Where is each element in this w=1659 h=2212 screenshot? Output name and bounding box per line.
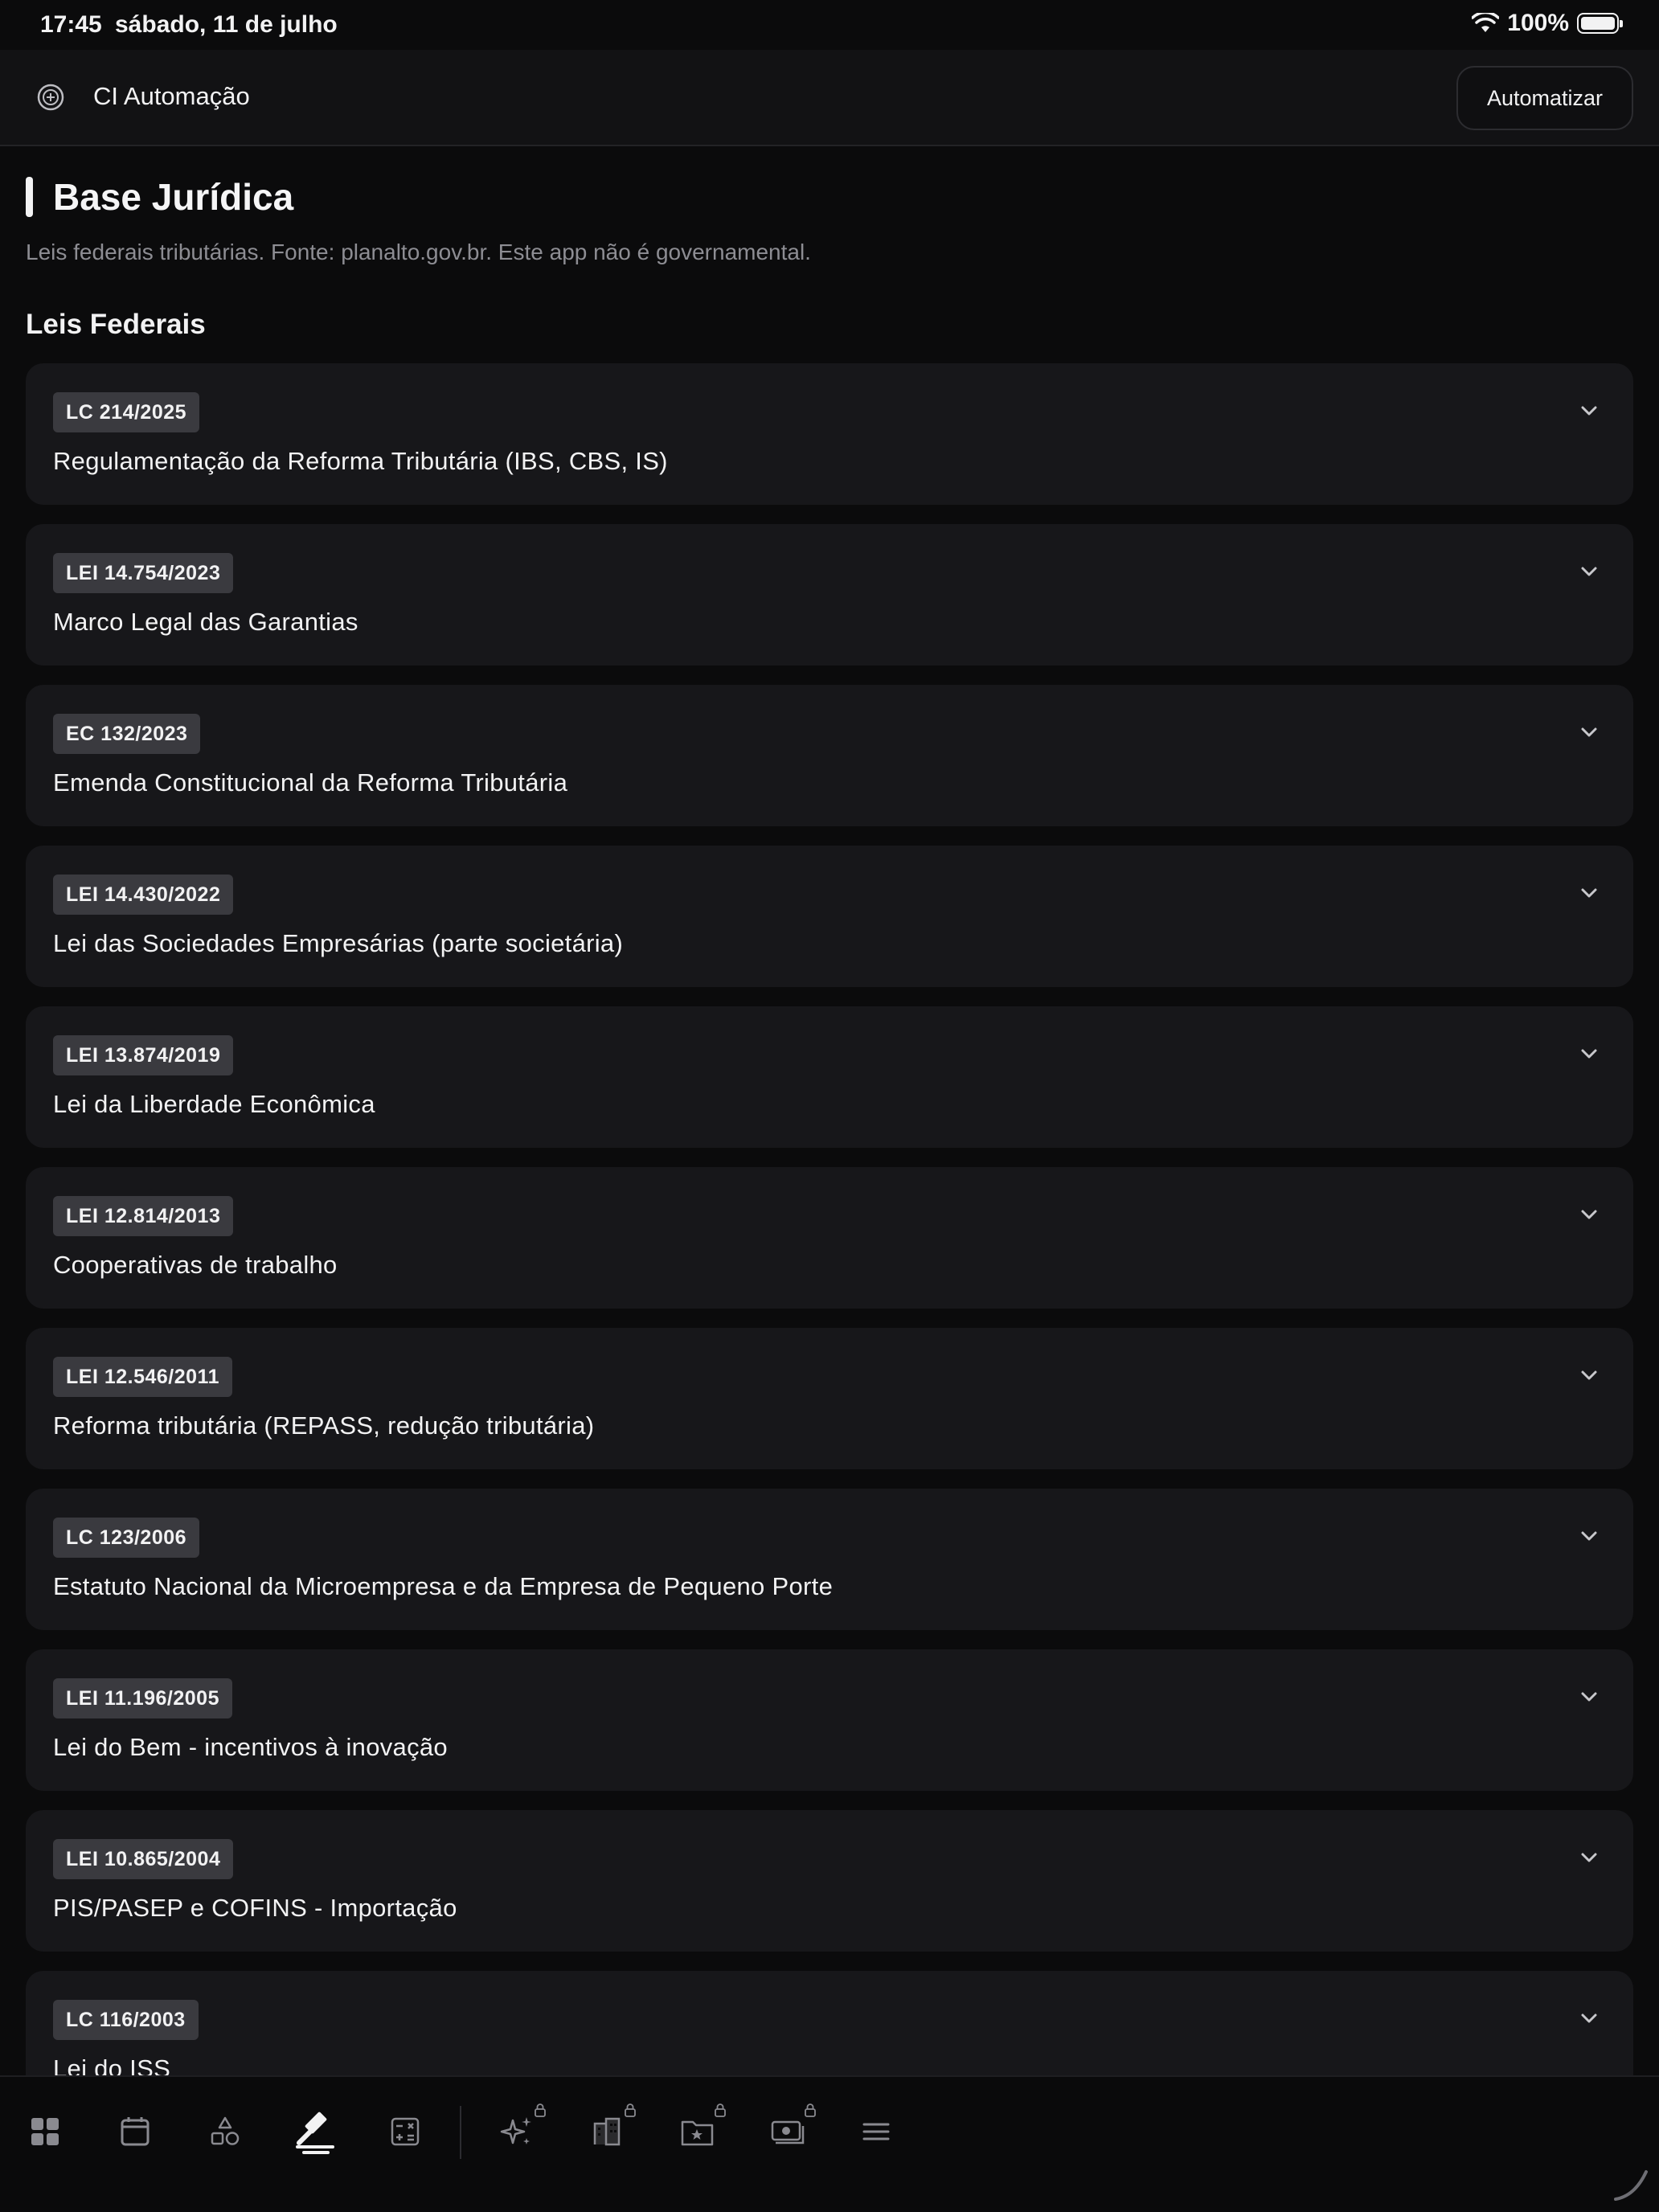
status-bar: 17:45 sábado, 11 de julho 100% xyxy=(0,0,1659,50)
law-name: Lei da Liberdade Econômica xyxy=(53,1090,375,1118)
law-code-badge: LC 214/2025 xyxy=(53,392,200,432)
calendar-icon xyxy=(121,2117,150,2146)
law-code-badge: EC 132/2023 xyxy=(53,714,201,754)
nav-dashboard[interactable] xyxy=(23,2109,68,2154)
law-name: Regulamentação da Reforma Tributária (IB… xyxy=(53,447,668,475)
menu-icon xyxy=(862,2123,890,2140)
law-card[interactable]: LEI 14.754/2023 Marco Legal das Garantia… xyxy=(26,524,1633,666)
lock-icon xyxy=(535,2103,546,2117)
law-name: Emenda Constitucional da Reforma Tributá… xyxy=(53,768,568,797)
nav-companies[interactable] xyxy=(585,2103,636,2154)
nav-calculator[interactable] xyxy=(383,2109,428,2154)
app-header: CI Automação Automatizar xyxy=(0,50,1659,146)
status-time: 17:45 xyxy=(40,11,102,38)
law-card[interactable]: LEI 11.196/2005 Lei do Bem - incentivos … xyxy=(26,1649,1633,1791)
dashboard-icon xyxy=(31,2118,59,2145)
chevron-down-icon[interactable] xyxy=(1577,399,1601,423)
bottom-nav xyxy=(0,2075,1659,2212)
chevron-down-icon[interactable] xyxy=(1577,1685,1601,1709)
app-title: CI Automação xyxy=(93,82,250,110)
law-code-badge: LEI 14.754/2023 xyxy=(53,553,234,593)
chevron-down-icon[interactable] xyxy=(1577,1363,1601,1387)
law-name: Lei das Sociedades Empresárias (parte so… xyxy=(53,929,624,957)
money-icon xyxy=(771,2120,805,2144)
gavel-icon xyxy=(296,2112,334,2154)
app-logo-icon[interactable] xyxy=(35,82,66,113)
law-card[interactable]: LEI 13.874/2019 Lei da Liberdade Econômi… xyxy=(26,1006,1633,1148)
title-accent-bar xyxy=(26,177,33,217)
law-card[interactable]: LEI 10.865/2004 PIS/PASEP e COFINS - Imp… xyxy=(26,1810,1633,1952)
chevron-down-icon[interactable] xyxy=(1577,1202,1601,1227)
battery-icon xyxy=(1577,13,1623,34)
chevron-down-icon[interactable] xyxy=(1577,1042,1601,1066)
law-code-badge: LEI 12.814/2013 xyxy=(53,1196,234,1236)
nav-favorites[interactable] xyxy=(675,2103,726,2154)
calculator-icon xyxy=(391,2117,420,2146)
law-name: Marco Legal das Garantias xyxy=(53,608,358,636)
building-icon xyxy=(593,2117,621,2146)
lock-icon xyxy=(715,2103,726,2117)
nav-shapes[interactable] xyxy=(203,2109,248,2154)
law-code-badge: LEI 12.546/2011 xyxy=(53,1357,232,1397)
law-card[interactable]: LEI 12.546/2011 Reforma tributária (REPA… xyxy=(26,1328,1633,1469)
law-card[interactable]: LC 214/2025 Regulamentação da Reforma Tr… xyxy=(26,363,1633,505)
lock-icon xyxy=(625,2103,636,2117)
folder-star-icon xyxy=(681,2120,714,2146)
section-title: Leis Federais xyxy=(26,309,206,340)
law-card[interactable]: LEI 12.814/2013 Cooperativas de trabalho xyxy=(26,1167,1633,1309)
corner-gesture-indicator xyxy=(1614,2170,1648,2201)
law-card[interactable]: LC 123/2006 Estatuto Nacional da Microem… xyxy=(26,1489,1633,1630)
automate-button[interactable]: Automatizar xyxy=(1456,66,1633,130)
battery-percent: 100% xyxy=(1507,10,1569,36)
status-indicators: 100% xyxy=(1472,10,1623,37)
law-name: PIS/PASEP e COFINS - Importação xyxy=(53,1894,457,1922)
law-card[interactable]: EC 132/2023 Emenda Constitucional da Ref… xyxy=(26,685,1633,826)
law-name: Estatuto Nacional da Microempresa e da E… xyxy=(53,1572,834,1600)
chevron-down-icon[interactable] xyxy=(1577,1845,1601,1870)
lock-icon xyxy=(805,2103,816,2117)
status-date: sábado, 11 de julho xyxy=(115,11,338,38)
shapes-icon xyxy=(211,2116,240,2145)
nav-menu[interactable] xyxy=(854,2109,899,2154)
law-name: Cooperativas de trabalho xyxy=(53,1251,338,1279)
law-code-badge: LC 116/2003 xyxy=(53,2000,199,2040)
page-subtitle: Leis federais tributárias. Fonte: planal… xyxy=(26,240,811,264)
chevron-down-icon[interactable] xyxy=(1577,2006,1601,2030)
nav-divider xyxy=(460,2106,461,2159)
chevron-down-icon[interactable] xyxy=(1577,720,1601,744)
law-code-badge: LC 123/2006 xyxy=(53,1518,200,1558)
law-code-badge: LEI 10.865/2004 xyxy=(53,1839,234,1879)
nav-finance[interactable] xyxy=(765,2103,816,2154)
law-code-badge: LEI 11.196/2005 xyxy=(53,1678,232,1718)
law-name: Reforma tributária (REPASS, redução trib… xyxy=(53,1411,595,1440)
law-code-badge: LEI 14.430/2022 xyxy=(53,875,234,915)
chevron-down-icon[interactable] xyxy=(1577,1524,1601,1548)
law-list: LC 214/2025 Regulamentação da Reforma Tr… xyxy=(26,363,1633,2075)
wifi-icon xyxy=(1472,13,1500,32)
page-title: Base Jurídica xyxy=(53,176,294,218)
law-card[interactable]: LC 116/2003 Lei do ISS xyxy=(26,1971,1633,2075)
chevron-down-icon[interactable] xyxy=(1577,559,1601,584)
law-name: Lei do ISS xyxy=(53,2054,171,2075)
law-name: Lei do Bem - incentivos à inovação xyxy=(53,1733,448,1761)
nav-ai[interactable] xyxy=(495,2103,546,2154)
law-code-badge: LEI 13.874/2019 xyxy=(53,1035,234,1075)
law-card[interactable]: LEI 14.430/2022 Lei das Sociedades Empre… xyxy=(26,846,1633,987)
sparkles-icon xyxy=(500,2117,531,2144)
nav-calendar[interactable] xyxy=(113,2109,158,2154)
nav-legal[interactable] xyxy=(293,2109,338,2154)
chevron-down-icon[interactable] xyxy=(1577,881,1601,905)
